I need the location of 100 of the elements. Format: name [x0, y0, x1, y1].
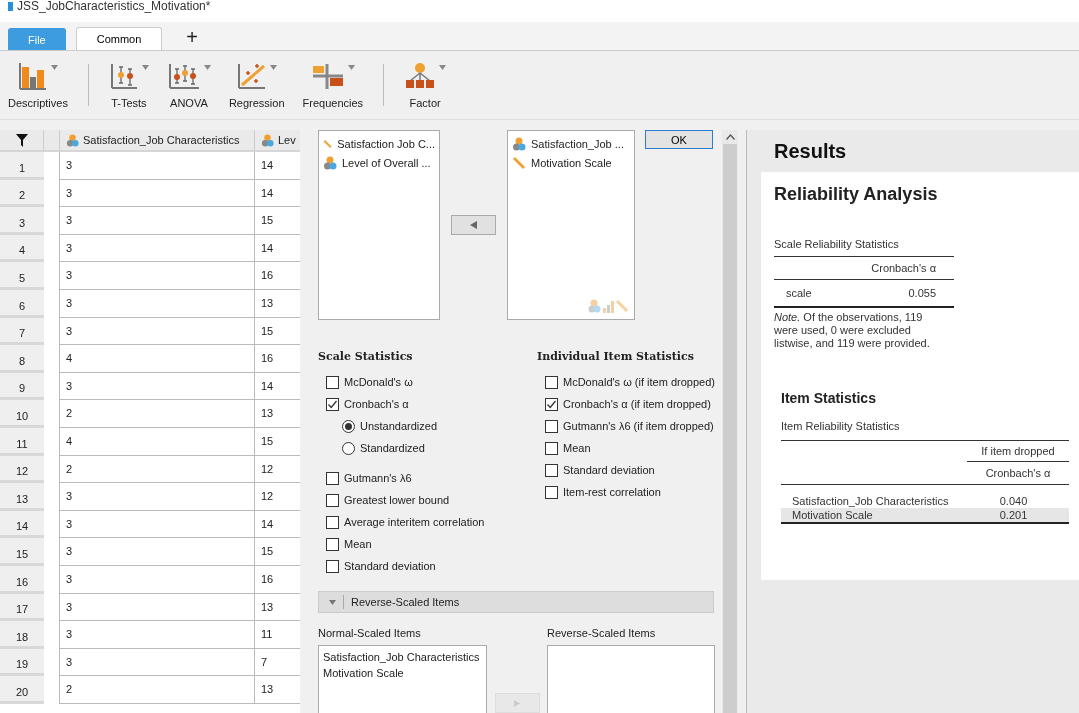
row-number: 8 [0, 345, 44, 373]
row-number: 5 [0, 262, 44, 290]
column-header[interactable]: Lev [255, 130, 300, 152]
row-number: 1 [0, 152, 44, 180]
caret-icon [50, 65, 58, 70]
table-cell: 2 [60, 455, 255, 484]
item-list[interactable]: Satisfaction_Job Characteristics Motivation Scale [318, 645, 487, 713]
row-number: 17 [0, 593, 44, 622]
table-cell: 3 [60, 179, 255, 208]
option-label: Standard deviation [344, 560, 436, 572]
row-number: 7 [0, 317, 44, 346]
table-title: Scale Reliability Statistics [774, 238, 900, 250]
option-label: Average interitem correlation [344, 516, 485, 528]
row-number: 19 [0, 648, 44, 677]
option-label: Cronbach's α [344, 398, 409, 410]
table-grid-icon [310, 61, 345, 91]
analysis-button[interactable]: T-Tests [102, 57, 155, 113]
table-cell: scale [774, 279, 831, 307]
checkbox[interactable] [326, 493, 339, 507]
row-number: 6 [0, 289, 44, 318]
option-label: Standardized [360, 442, 425, 454]
variable-item[interactable]: Satisfaction_Job ... [531, 137, 624, 150]
variable-list[interactable]: Satisfaction_Job ... Motivation Scale [507, 130, 635, 320]
error-bar-icon [166, 61, 201, 91]
checkbox[interactable] [326, 559, 339, 573]
table-cell: 3 [60, 317, 255, 346]
filter-icon [15, 133, 28, 147]
list-item[interactable]: Satisfaction_Job Characteristics [323, 649, 482, 665]
list-item[interactable]: Motivation Scale [323, 665, 482, 681]
option-label: Cronbach's α (if item dropped) [563, 398, 711, 410]
radio-button[interactable] [342, 419, 355, 433]
table-cell: 3 [60, 262, 255, 290]
section-heading: Scale Statistics [318, 350, 414, 363]
table-row[interactable]: Satisfaction_Job Characteristics 0.040 [781, 484, 1069, 508]
list-label: Reverse-Scaled Items [547, 627, 657, 641]
checkbox[interactable] [545, 397, 558, 411]
table-cell: 4 [60, 345, 255, 373]
checkbox[interactable] [326, 537, 339, 551]
scrollbar[interactable] [722, 130, 738, 713]
table-cell: 3 [60, 234, 255, 263]
row-number: 16 [0, 565, 44, 594]
row-number: 10 [0, 400, 44, 428]
option-label: Item-rest correlation [563, 486, 661, 498]
checkbox[interactable] [545, 485, 558, 499]
circles-icon [66, 133, 79, 147]
variable-types-icon [588, 299, 628, 313]
checkbox[interactable] [545, 463, 558, 477]
results-title: Results [773, 138, 848, 164]
caret-icon [141, 65, 149, 70]
caret-icon [439, 65, 447, 70]
analysis-button[interactable]: Frequencies [296, 57, 370, 113]
table-title: Item Reliability Statistics [781, 420, 901, 432]
row-number: 18 [0, 621, 44, 649]
checkbox[interactable] [545, 419, 558, 433]
option-label: McDonald's ω (if item dropped) [563, 376, 715, 388]
checkbox[interactable] [326, 375, 339, 389]
add-tab-button[interactable]: + [172, 24, 213, 50]
ribbon-tab[interactable]: Common [75, 27, 163, 50]
table-cell: 3 [60, 483, 255, 511]
bar-chart-icon [17, 61, 48, 91]
option-label: Gutmann's λ6 [344, 472, 412, 484]
table-cell: 3 [60, 372, 255, 401]
table-cell: 2 [60, 676, 255, 704]
analysis-button[interactable]: Factor [398, 57, 453, 113]
checkbox[interactable] [326, 397, 339, 411]
caret-icon [347, 65, 355, 70]
option-label: Gutmann's λ6 (if item dropped) [563, 420, 714, 432]
move-left-button[interactable] [451, 215, 496, 235]
caret-icon [203, 65, 211, 70]
checkbox[interactable] [545, 441, 558, 455]
radio-button[interactable] [342, 441, 355, 455]
checkbox[interactable] [326, 471, 339, 485]
section-heading: Item Statistics [781, 390, 877, 406]
variable-item[interactable]: Motivation Scale [531, 156, 612, 169]
analysis-button[interactable]: Regression [222, 57, 291, 113]
column-header: Cronbach's α [967, 461, 1069, 485]
variable-list[interactable]: Satisfaction Job C... Level of Overall ... [318, 130, 440, 320]
checkbox[interactable] [326, 515, 339, 529]
column-header[interactable]: Satisfaction_Job Characteristics [60, 130, 255, 152]
circles-icon [323, 155, 337, 170]
ruler-icon [512, 155, 526, 170]
option-label: McDonald's ω [344, 376, 413, 388]
table-cell: 3 [60, 621, 255, 649]
variable-item[interactable]: Satisfaction Job C... [337, 137, 435, 150]
row-number: 11 [0, 427, 44, 456]
checkbox[interactable] [545, 375, 558, 389]
section-header[interactable]: Reverse-Scaled Items [318, 591, 714, 613]
option-label: Unstandardized [360, 420, 438, 432]
variable-item[interactable]: Level of Overall ... [342, 156, 431, 169]
filter-header[interactable] [0, 130, 44, 152]
scatter-line-icon [236, 61, 267, 91]
left-arrow-icon [470, 221, 477, 229]
list-label: Normal-Scaled Items [318, 627, 422, 641]
analysis-button[interactable]: Descriptives [2, 57, 74, 113]
analysis-button[interactable]: ANOVA [160, 57, 217, 113]
table-cell: 3 [60, 207, 255, 235]
ok-button[interactable]: OK [645, 130, 713, 149]
error-bar-icon [108, 61, 139, 91]
row-number: 4 [0, 234, 44, 263]
table-cell: 3 [60, 648, 255, 677]
